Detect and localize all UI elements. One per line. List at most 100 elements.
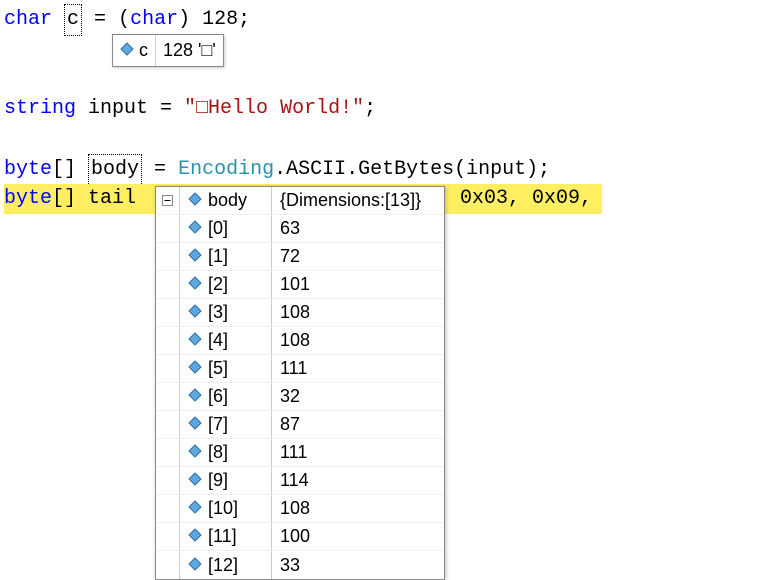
- inspector-item-row[interactable]: [11] 100: [156, 523, 444, 551]
- inspector-item-row[interactable]: [8] 111: [156, 439, 444, 467]
- inspector-item-name-cell[interactable]: [11]: [180, 523, 272, 550]
- inspector-item-index: [7]: [208, 411, 228, 438]
- inspector-item-row[interactable]: [10] 108: [156, 495, 444, 523]
- inspector-item-value: 114: [280, 467, 309, 494]
- inspector-item-value: 100: [280, 523, 310, 550]
- inspector-item-index: [6]: [208, 383, 228, 410]
- inspector-item-row[interactable]: [2] 101: [156, 271, 444, 299]
- inspector-item-value-cell[interactable]: 108: [272, 299, 332, 326]
- inspector-item-value-cell[interactable]: 87: [272, 411, 332, 438]
- expand-placeholder: [156, 271, 180, 298]
- inspector-item-value: 33: [280, 552, 300, 579]
- inspector-item-index: [9]: [208, 467, 228, 494]
- inspector-item-name-cell[interactable]: [8]: [180, 439, 272, 466]
- inspector-item-index: [8]: [208, 439, 228, 466]
- collapse-icon[interactable]: [156, 187, 180, 214]
- selected-variable-c[interactable]: c: [64, 4, 82, 36]
- inspector-item-row[interactable]: [5] 111: [156, 355, 444, 383]
- inspector-item-row[interactable]: [3] 108: [156, 299, 444, 327]
- expand-placeholder: [156, 215, 180, 242]
- inspector-item-row[interactable]: [4] 108: [156, 327, 444, 355]
- inspector-item-value-cell[interactable]: 111: [272, 439, 332, 466]
- inspector-header-name: body: [208, 187, 247, 214]
- inspector-item-index: [4]: [208, 327, 228, 354]
- inspector-item-row[interactable]: [1] 72: [156, 243, 444, 271]
- code-line-3[interactable]: byte[] body = Encoding.ASCII.GetBytes(in…: [4, 154, 754, 184]
- code-line-blank-2[interactable]: [4, 64, 754, 94]
- inspector-item-value-cell[interactable]: 33: [272, 551, 332, 579]
- field-icon: [188, 495, 202, 522]
- datatip-c-name-cell[interactable]: c: [113, 35, 156, 66]
- field-icon: [120, 37, 134, 64]
- inspector-item-name-cell[interactable]: [6]: [180, 383, 272, 410]
- field-icon: [188, 271, 202, 298]
- inspector-item-row[interactable]: [7] 87: [156, 411, 444, 439]
- datatip-c-value-cell[interactable]: 128 '□': [156, 35, 223, 66]
- inspector-item-row[interactable]: [9] 114: [156, 467, 444, 495]
- inspector-item-value-cell[interactable]: 63: [272, 215, 332, 242]
- inspector-item-value: 101: [280, 271, 310, 298]
- inspector-item-name-cell[interactable]: [12]: [180, 551, 272, 579]
- inspector-item-value-cell[interactable]: 101: [272, 271, 332, 298]
- field-icon: [188, 439, 202, 466]
- inspector-item-row[interactable]: [0] 63: [156, 215, 444, 243]
- inspector-header-name-cell[interactable]: body: [180, 187, 272, 214]
- code-line-blank-3[interactable]: [4, 124, 754, 154]
- inspector-item-name-cell[interactable]: [2]: [180, 271, 272, 298]
- inspector-item-index: [3]: [208, 299, 228, 326]
- field-icon: [188, 411, 202, 438]
- inspector-item-index: [2]: [208, 271, 228, 298]
- code-line-2[interactable]: string input = "□Hello World!";: [4, 94, 754, 124]
- inspector-item-value-cell[interactable]: 100: [272, 523, 332, 550]
- datatip-c-value: 128 '□': [163, 37, 216, 64]
- inspector-item-index: [10]: [208, 495, 238, 522]
- inspector-item-value-cell[interactable]: 111: [272, 355, 332, 382]
- expand-placeholder: [156, 411, 180, 438]
- inspector-header-value-cell[interactable]: {Dimensions:[13]}: [272, 187, 429, 214]
- inspector-item-name-cell[interactable]: [7]: [180, 411, 272, 438]
- inspector-item-name-cell[interactable]: [4]: [180, 327, 272, 354]
- datatip-c[interactable]: c 128 '□': [112, 34, 224, 67]
- expand-placeholder: [156, 355, 180, 382]
- inspector-item-value: 108: [280, 327, 310, 354]
- inspector-item-name-cell[interactable]: [5]: [180, 355, 272, 382]
- expand-placeholder: [156, 551, 180, 579]
- expand-placeholder: [156, 467, 180, 494]
- inspector-item-name-cell[interactable]: [1]: [180, 243, 272, 270]
- inspector-item-name-cell[interactable]: [0]: [180, 215, 272, 242]
- inspector-item-value-cell[interactable]: 114: [272, 467, 332, 494]
- inspector-item-value: 87: [280, 411, 300, 438]
- inspector-item-index: [1]: [208, 243, 228, 270]
- field-icon: [188, 243, 202, 270]
- expand-placeholder: [156, 439, 180, 466]
- inspector-body[interactable]: body {Dimensions:[13]} [0]63[1]72[2]101[…: [155, 186, 445, 580]
- inspector-item-value-cell[interactable]: 32: [272, 383, 332, 410]
- field-icon: [188, 215, 202, 242]
- inspector-item-name-cell[interactable]: [9]: [180, 467, 272, 494]
- field-icon: [188, 523, 202, 550]
- inspector-item-row[interactable]: [6] 32: [156, 383, 444, 411]
- selected-variable-body[interactable]: body: [88, 154, 142, 186]
- datatip-c-name: c: [139, 37, 148, 64]
- inspector-item-value: 111: [280, 355, 307, 382]
- inspector-header-value: {Dimensions:[13]}: [280, 187, 421, 214]
- field-icon: [188, 355, 202, 382]
- inspector-item-value: 108: [280, 495, 310, 522]
- field-icon: [188, 327, 202, 354]
- inspector-item-index: [0]: [208, 215, 228, 242]
- inspector-item-row[interactable]: [12] 33: [156, 551, 444, 579]
- inspector-item-index: [12]: [208, 552, 238, 579]
- code-line-1[interactable]: char c = (char) 128;: [4, 4, 754, 34]
- field-icon: [188, 467, 202, 494]
- inspector-item-value-cell[interactable]: 108: [272, 495, 332, 522]
- inspector-item-value: 32: [280, 383, 300, 410]
- inspector-header-row[interactable]: body {Dimensions:[13]}: [156, 187, 444, 215]
- expand-placeholder: [156, 327, 180, 354]
- inspector-item-value-cell[interactable]: 72: [272, 243, 332, 270]
- inspector-item-name-cell[interactable]: [3]: [180, 299, 272, 326]
- inspector-item-value-cell[interactable]: 108: [272, 327, 332, 354]
- inspector-item-name-cell[interactable]: [10]: [180, 495, 272, 522]
- inspector-item-value: 111: [280, 439, 307, 466]
- inspector-item-value: 72: [280, 243, 300, 270]
- expand-placeholder: [156, 523, 180, 550]
